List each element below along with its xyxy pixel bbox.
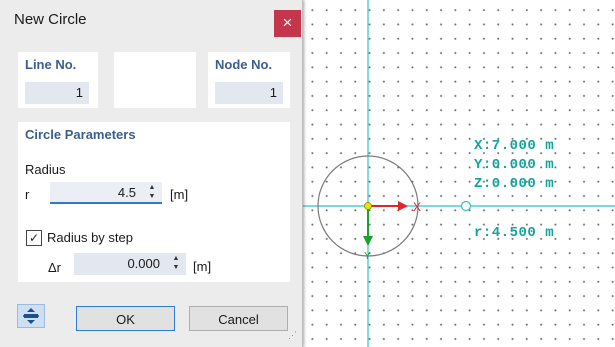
- y-coordinate: Y:0.000 m: [474, 157, 555, 173]
- y-axis-arrowhead: [363, 236, 373, 246]
- empty-panel: [114, 52, 196, 108]
- node-no-label: Node No.: [215, 57, 273, 72]
- delta-r-input[interactable]: 0.000 ▲ ▼: [74, 253, 186, 275]
- origin-point: [364, 202, 372, 210]
- x-coordinate: X:7.000 m: [474, 138, 555, 154]
- fit-to-view-icon: [23, 308, 39, 324]
- radius-unit-label: [m]: [170, 187, 189, 202]
- coordinate-readout: X:7.000 m Y:0.000 m Z:0.000 m: [474, 137, 554, 194]
- radius-by-step-checkbox[interactable]: ✓: [26, 230, 42, 246]
- line-no-label: Line No.: [25, 57, 77, 72]
- cancel-button[interactable]: Cancel: [189, 306, 288, 331]
- snap-point-marker[interactable]: [460, 200, 472, 212]
- circle-parameters-panel: Circle Parameters Radius r 4.5 ▲ ▼ [m] ✓…: [18, 122, 290, 282]
- radius-value: 4.5: [117, 185, 136, 200]
- radius-spinner[interactable]: ▲ ▼: [145, 183, 159, 203]
- delta-r-unit-label: [m]: [193, 259, 212, 274]
- y-axis-label: Y: [364, 251, 371, 262]
- line-no-panel: Line No. 1: [18, 52, 98, 108]
- spin-down-icon[interactable]: ▼: [145, 192, 159, 201]
- close-button[interactable]: ×: [274, 10, 301, 37]
- spin-up-icon[interactable]: ▲: [169, 254, 183, 263]
- close-icon: ×: [282, 13, 293, 32]
- fit-to-view-button[interactable]: [17, 304, 45, 328]
- spin-down-icon[interactable]: ▼: [169, 263, 183, 272]
- node-no-panel: Node No. 1: [208, 52, 290, 108]
- radius-readout: r:4.500 m: [474, 225, 555, 241]
- line-no-field[interactable]: 1: [25, 82, 89, 104]
- resize-grip-icon[interactable]: ⋰: [288, 331, 298, 343]
- z-coordinate: Z:0.000 m: [474, 176, 555, 192]
- r-symbol-label: r: [25, 187, 30, 202]
- delta-r-symbol-label: Δr: [48, 260, 62, 275]
- delta-r-value: 0.000: [127, 256, 160, 271]
- dialog-titlebar[interactable]: New Circle ×: [0, 0, 302, 40]
- ok-button[interactable]: OK: [76, 306, 175, 331]
- radius-label: Radius: [25, 162, 66, 177]
- checkmark-icon: ✓: [28, 231, 40, 245]
- delta-r-spinner[interactable]: ▲ ▼: [169, 254, 183, 274]
- new-circle-dialog: New Circle × Line No. 1 Node No. 1 Circl…: [0, 0, 303, 347]
- radius-by-step-label[interactable]: Radius by step: [47, 230, 133, 245]
- node-no-field[interactable]: 1: [215, 82, 283, 104]
- x-axis-label: X: [413, 200, 421, 214]
- dialog-title: New Circle: [14, 11, 87, 28]
- x-axis-arrowhead: [398, 201, 408, 211]
- circle-parameters-title: Circle Parameters: [25, 127, 136, 142]
- spin-up-icon[interactable]: ▲: [145, 183, 159, 192]
- radius-input[interactable]: 4.5 ▲ ▼: [50, 182, 162, 204]
